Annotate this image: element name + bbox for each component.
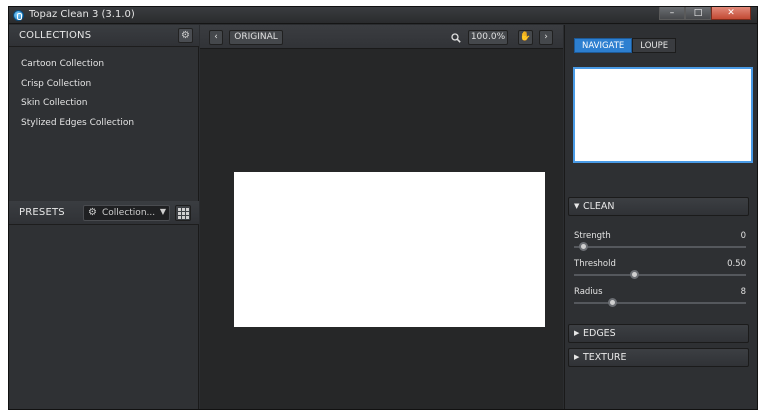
expand-arrow-icon: ▶ <box>574 329 580 337</box>
radius-value: 8 <box>740 287 746 297</box>
expand-arrow-icon: ▶ <box>574 353 580 361</box>
left-sidebar: COLLECTIONS ⚙ Cartoon Collection Crisp C… <box>9 25 199 409</box>
threshold-slider-track[interactable] <box>574 274 746 276</box>
collapse-arrow-icon: ▼ <box>574 202 580 210</box>
grid-icon[interactable] <box>175 205 191 221</box>
navigator-tabs: NAVIGATE LOUPE <box>574 38 677 53</box>
chevron-right-icon[interactable]: › <box>539 30 553 45</box>
right-panel: NAVIGATE LOUPE ▼ CLEAN Strength 0 Thresh… <box>564 25 757 409</box>
threshold-label: Threshold <box>574 259 616 269</box>
radius-label: Radius <box>574 287 603 297</box>
tab-loupe[interactable]: LOUPE <box>632 38 677 53</box>
gear-icon: ⚙ <box>88 207 97 218</box>
window-title: Topaz Clean 3 (3.1.0) <box>29 9 135 20</box>
maximize-button[interactable]: □ <box>685 7 711 20</box>
collection-item-cartoon[interactable]: Cartoon Collection <box>21 55 134 75</box>
collection-item-crisp[interactable]: Crisp Collection <box>21 75 134 95</box>
strength-value: 0 <box>740 231 746 241</box>
window-controls: – □ ✕ <box>659 7 751 22</box>
presets-title: PRESETS <box>19 207 65 218</box>
collections-list: Cartoon Collection Crisp Collection Skin… <box>21 55 134 133</box>
collection-dropdown-value: Collection... <box>102 208 156 218</box>
collection-item-skin[interactable]: Skin Collection <box>21 94 134 114</box>
collection-item-stylized-edges[interactable]: Stylized Edges Collection <box>21 114 134 134</box>
preview-toolbar: ‹ ORIGINAL 100.0% ✋ › <box>200 25 563 49</box>
radius-slider-track[interactable] <box>574 302 746 304</box>
chevron-left-icon[interactable]: ‹ <box>209 30 223 45</box>
collection-dropdown[interactable]: ⚙ Collection... ▼ <box>83 205 170 221</box>
title-bar: Topaz Clean 3 (3.1.0) – □ ✕ <box>9 7 757 24</box>
tab-navigate[interactable]: NAVIGATE <box>574 38 633 53</box>
edges-panel-title: EDGES <box>583 328 616 339</box>
dropdown-arrow-icon: ▼ <box>159 207 166 216</box>
threshold-value: 0.50 <box>727 259 746 269</box>
original-button[interactable]: ORIGINAL <box>229 30 283 45</box>
preview-area: ‹ ORIGINAL 100.0% ✋ › <box>200 25 563 409</box>
threshold-slider-handle[interactable] <box>630 270 640 279</box>
presets-header: PRESETS ⚙ Collection... ▼ <box>9 201 199 225</box>
strength-slider-handle[interactable] <box>578 242 588 251</box>
app-logo-icon <box>13 10 24 21</box>
clean-panel-header[interactable]: ▼ CLEAN <box>568 197 749 216</box>
minimize-button[interactable]: – <box>659 7 685 20</box>
collections-header: COLLECTIONS ⚙ <box>9 25 199 47</box>
texture-panel-header[interactable]: ▶ TEXTURE <box>568 348 749 367</box>
close-button[interactable]: ✕ <box>711 7 751 20</box>
zoom-level-field[interactable]: 100.0% <box>468 30 508 45</box>
collections-title: COLLECTIONS <box>19 30 92 41</box>
texture-panel-title: TEXTURE <box>583 352 627 363</box>
app-window: Topaz Clean 3 (3.1.0) – □ ✕ COLLECTIONS … <box>8 6 758 410</box>
strength-label: Strength <box>574 231 611 241</box>
strength-slider-track[interactable] <box>574 246 746 248</box>
edges-panel-header[interactable]: ▶ EDGES <box>568 324 749 343</box>
clean-panel-title: CLEAN <box>583 201 615 212</box>
image-preview[interactable] <box>234 172 545 327</box>
navigator-thumbnail[interactable] <box>573 67 753 163</box>
gear-icon[interactable]: ⚙ <box>178 28 193 43</box>
radius-slider-handle[interactable] <box>607 298 617 307</box>
magnifier-icon[interactable] <box>448 30 464 45</box>
hand-icon[interactable]: ✋ <box>518 30 533 45</box>
